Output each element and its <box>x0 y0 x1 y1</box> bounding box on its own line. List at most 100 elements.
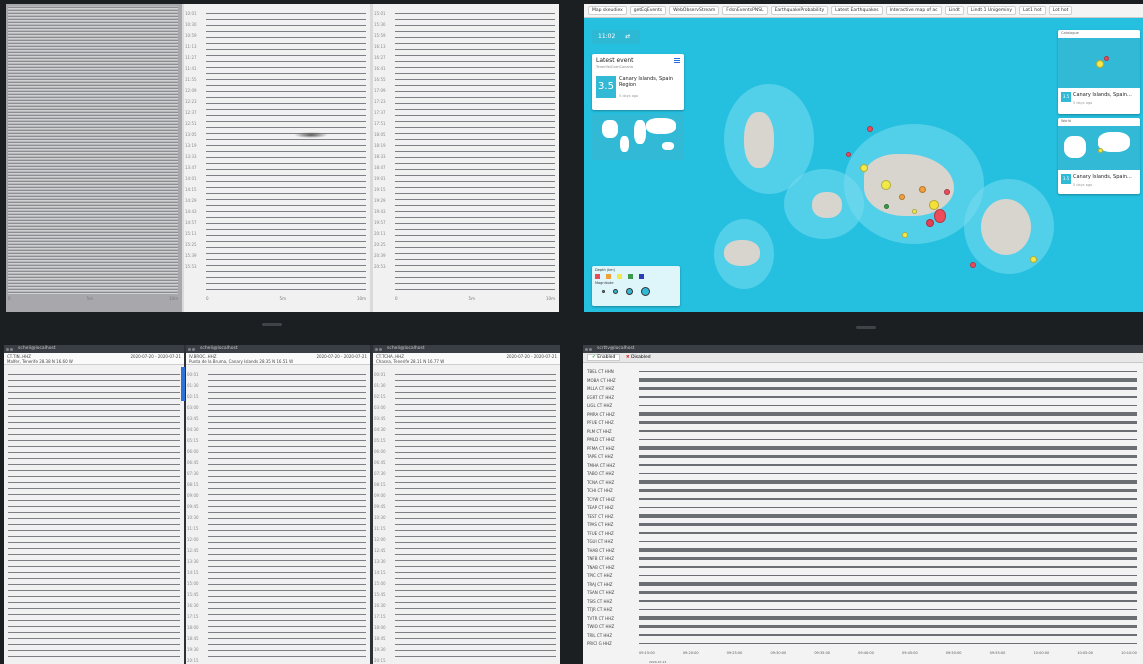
event-marker[interactable] <box>919 186 926 193</box>
tick-label: 12:00 <box>374 537 386 542</box>
seismicity-map[interactable]: Map skeudiex getEqEvents WebObservStream… <box>584 4 1143 312</box>
scheli-window-3[interactable]: scheli@localhost CT.TCHA..HHZ Chasna, Te… <box>373 345 560 664</box>
tab[interactable]: Map skeudiex <box>588 6 627 15</box>
island-la-palma <box>744 112 774 168</box>
tick-label: 00:01 <box>187 372 199 377</box>
waveform <box>639 396 1137 398</box>
event-marker[interactable] <box>1030 256 1037 263</box>
tick-label: 03:45 <box>187 416 199 421</box>
waveform <box>639 514 1137 518</box>
event-age: 5 days ago <box>619 94 639 98</box>
tab[interactable]: Latest Earthquakes <box>831 6 883 15</box>
helicorder-panel-2[interactable]: 10:01 10:30 10:59 11:13 11:27 11:41 11:55 12:09… <box>184 4 370 312</box>
tick-label: 13:30 <box>187 559 199 564</box>
tab[interactable]: Lot1 hot <box>1019 6 1046 15</box>
tick-label: 04:30 <box>187 427 199 432</box>
time-tick: 09:25:00 <box>726 651 743 655</box>
time-tick: 09:35:00 <box>814 651 831 655</box>
tab-enabled[interactable]: ✔ Enabled <box>587 354 621 361</box>
tab-disabled[interactable]: ✖ Disabled <box>622 355 655 360</box>
event-marker[interactable] <box>902 232 908 238</box>
station-header: CT.TIN..HHZ Malfer, Tenerife 28.38 N 16.… <box>4 353 184 365</box>
event-marker[interactable] <box>884 204 889 209</box>
waveform <box>639 489 1137 492</box>
tick-label: 12:45 <box>187 548 199 553</box>
event-marker[interactable] <box>970 262 976 268</box>
tick-label: 20:53 <box>374 264 386 269</box>
tab[interactable]: WebObservStream <box>669 6 720 15</box>
side-event-card[interactable]: Catalogue 3.5 Canary Islands, Spain... 5… <box>1058 30 1140 114</box>
tab[interactable]: Lot hot <box>1048 6 1073 15</box>
tick-label: 05:15 <box>374 438 386 443</box>
tick-label: 16:55 <box>374 77 386 82</box>
tick-label: 20:11 <box>374 231 386 236</box>
hour-ticks: 00:01 01:30 02:15 03:00 03:45 04:30 05:15 06:00… <box>373 369 393 663</box>
mag-badge: 3.5 <box>1061 174 1071 184</box>
tick-label: 10:30 <box>185 22 197 27</box>
waveform <box>639 600 1137 602</box>
card-title: Latest event <box>596 57 634 64</box>
tick-label: 12:37 <box>185 110 197 115</box>
event-marker[interactable] <box>934 209 946 223</box>
waveform <box>639 575 1137 576</box>
card-title: Canary Islands, Spain... <box>1073 92 1132 98</box>
clock-widget[interactable]: 11:02 ⇄ <box>592 30 640 44</box>
tick-label: 19:57 <box>374 220 386 225</box>
waveform <box>639 557 1137 560</box>
tick-label: 20:25 <box>374 242 386 247</box>
event-marker[interactable] <box>944 189 950 195</box>
tab[interactable]: Interactive map of ac <box>885 6 942 15</box>
event-marker[interactable] <box>899 194 905 200</box>
event-marker[interactable] <box>926 219 934 227</box>
tab[interactable]: EarthquakeProbability <box>770 6 829 15</box>
waveform <box>639 609 1137 610</box>
event-marker[interactable] <box>867 126 873 132</box>
tick-label: 11:55 <box>185 77 197 82</box>
side-event-card[interactable]: World 3.5 Canary Islands, Spain... 5 day… <box>1058 118 1140 194</box>
top-left-screen: 0 5m 10m 10:01 10:30 10:59 11:13 11:27 11:41 11:… <box>6 4 559 312</box>
waveform <box>639 625 1137 628</box>
tick-label: 06:00 <box>187 449 199 454</box>
swap-icon[interactable]: ⇄ <box>625 33 630 40</box>
tick-label: 15:25 <box>185 242 197 247</box>
hour-ticks: 10:01 10:30 10:59 11:13 11:27 11:41 11:55 12:09… <box>184 8 204 294</box>
event-marker[interactable] <box>881 180 891 190</box>
tick-label: 18:47 <box>374 165 386 170</box>
window-controls[interactable] <box>375 347 385 359</box>
tick-label: 03:00 <box>374 405 386 410</box>
helicorder-panel-3[interactable]: 15:01 15:30 15:59 16:13 16:27 16:41 16:55 17:09… <box>373 4 559 312</box>
window-controls[interactable] <box>585 347 595 359</box>
top-right-screen: Map skeudiex getEqEvents WebObservStream… <box>584 4 1143 312</box>
helicorder-panel-1[interactable]: 0 5m 10m <box>6 4 182 312</box>
tick-label: 16:13 <box>374 44 386 49</box>
window-titlebar: scheli@localhost <box>4 345 184 359</box>
event-marker[interactable] <box>912 209 917 214</box>
map-legend: Depth (km) Magnitude <box>592 266 680 306</box>
tick-label: 19:30 <box>374 647 386 652</box>
scheli-window-1[interactable]: scheli@localhost CT.TIN..HHZ Malfer, Ten… <box>4 345 184 664</box>
tab[interactable]: getEqEvents <box>629 6 667 15</box>
event-marker[interactable] <box>846 152 851 157</box>
latest-event-card[interactable]: Latest event Tenerife/GranCanaria 3.5 Ca… <box>592 54 684 110</box>
world-map-thumbnail[interactable] <box>592 114 684 160</box>
helicorder-traces <box>206 8 366 294</box>
tab[interactable]: FdsnEventsPNSL <box>722 6 768 15</box>
window-controls[interactable] <box>6 347 16 359</box>
tick-label: 16:30 <box>374 603 386 608</box>
axis-date: 2020-07-21 <box>649 660 667 664</box>
trace-row[interactable]: PRICI G HHZ <box>583 639 1143 648</box>
tab[interactable]: Lindt 1 Unigeminy <box>966 6 1017 15</box>
tab[interactable]: Lindt <box>944 6 964 15</box>
card-age: 5 days ago <box>1073 183 1093 187</box>
scrollbar[interactable] <box>181 367 185 401</box>
tick-label: 17:09 <box>374 88 386 93</box>
card-header: World <box>1061 119 1072 123</box>
window-controls[interactable] <box>188 347 198 359</box>
trace-list[interactable]: TBEL CT HHN MOBA CT HHZ MLLA CT HHZ EGRT CT… <box>583 367 1143 650</box>
tick-label: 11:15 <box>374 526 386 531</box>
event-marker[interactable] <box>860 164 868 172</box>
browser-tabbar: Map skeudiex getEqEvents WebObservStream… <box>584 4 1143 18</box>
tick-label: 15:01 <box>374 11 386 16</box>
scheli-window-2[interactable]: scheli@localhost IV.BROC..HHZ Punta de l… <box>186 345 370 664</box>
list-icon[interactable] <box>674 58 680 64</box>
